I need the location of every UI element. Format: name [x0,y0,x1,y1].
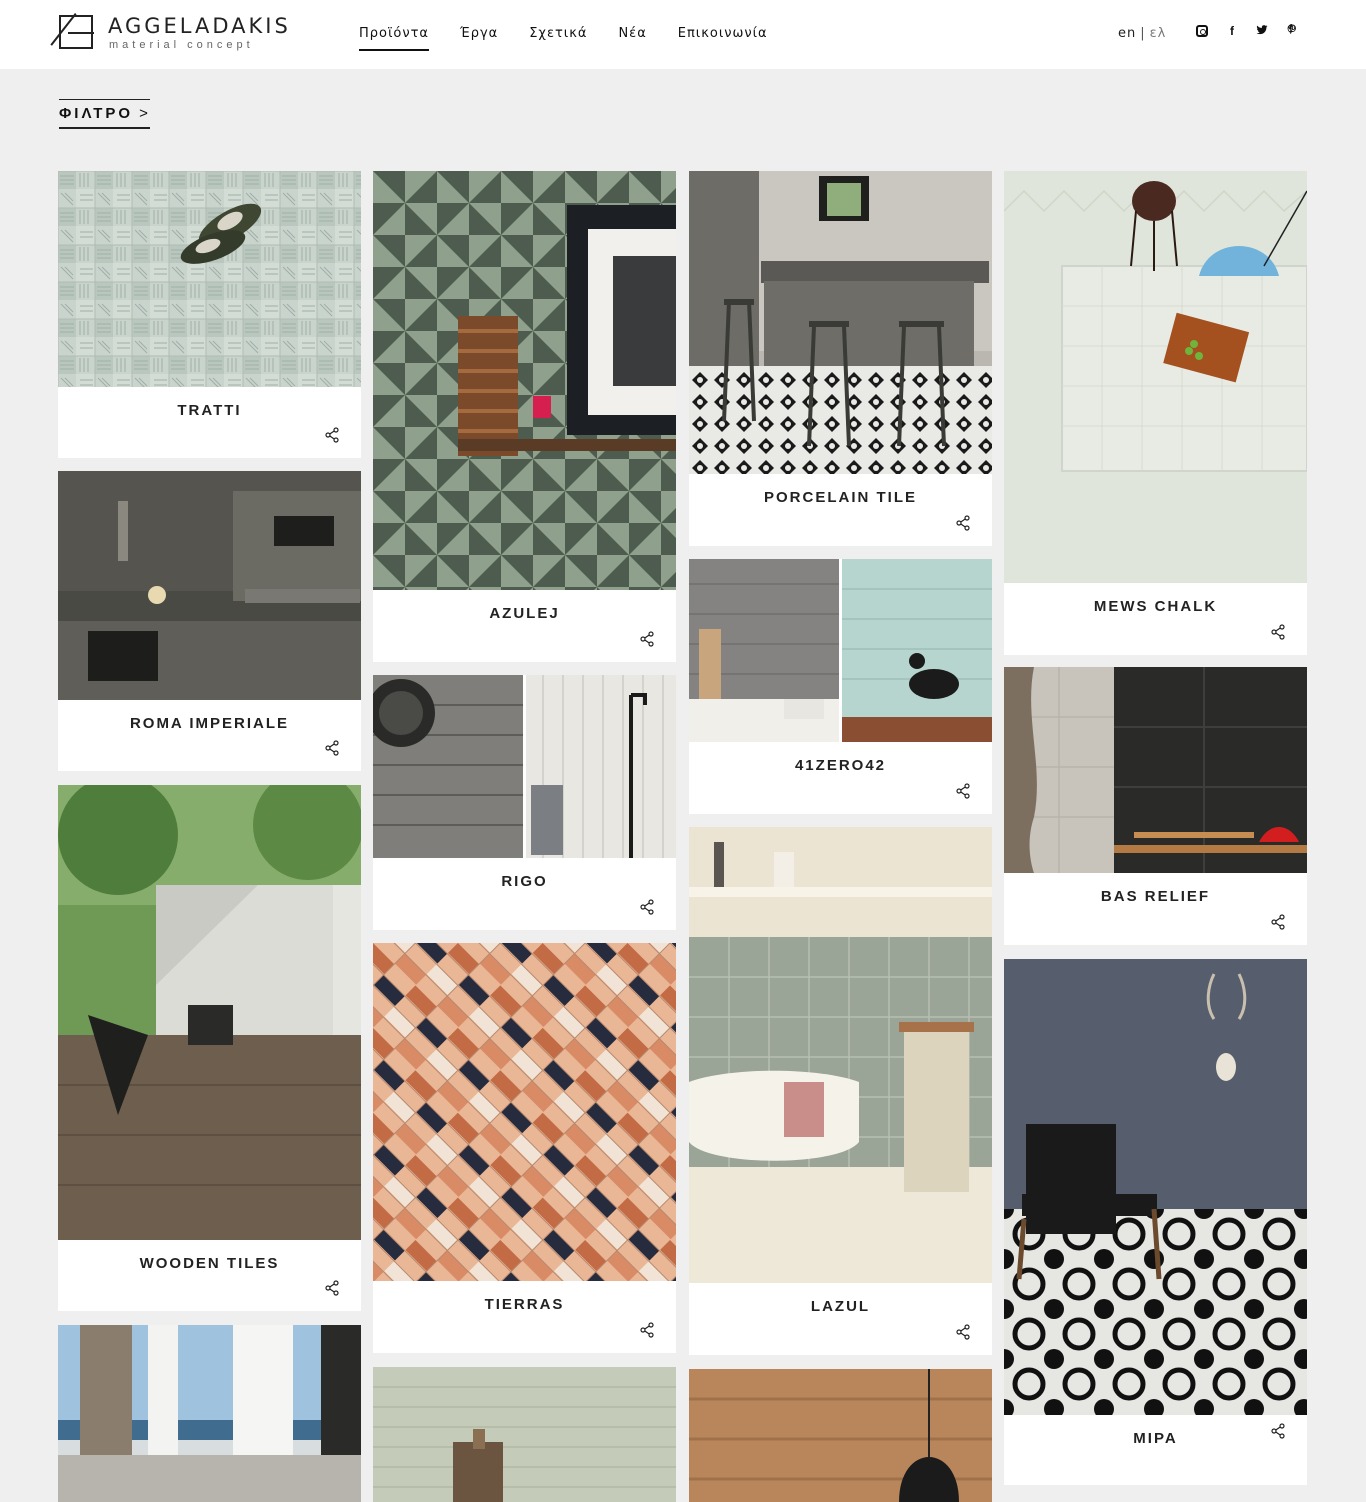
brand-logo[interactable]: AGGELADAKIS material concept [59,14,299,54]
product-image-green-wall[interactable] [373,1367,676,1502]
language-switcher: en | ελ [1118,26,1166,41]
product-image-terrace[interactable] [58,1325,361,1502]
filter-toggle[interactable]: ΦΙΛΤΡΟ > [59,99,150,129]
share-icon[interactable] [639,1322,655,1338]
product-image-lazul[interactable] [689,827,992,1283]
product-card-41zero42[interactable]: 41ZERO42 [689,559,992,814]
product-title[interactable]: TIERRAS [373,1296,676,1313]
social-links: f [1196,24,1298,38]
product-title[interactable]: MEWS CHALK [1004,598,1307,615]
product-card-partial[interactable] [58,1325,361,1502]
nav-item-news[interactable]: Νέα [618,26,646,51]
product-card-mipa[interactable]: MIPA [1004,959,1307,1485]
product-card-partial[interactable] [689,1369,992,1502]
product-title[interactable]: TRATTI [58,402,361,419]
facebook-icon[interactable]: f [1226,24,1238,38]
product-image-mews-chalk[interactable] [1004,171,1307,583]
product-image-41zero42[interactable] [689,559,992,742]
product-card-mews-chalk[interactable]: MEWS CHALK [1004,171,1307,655]
product-title[interactable]: AZULEJ [373,605,676,622]
share-icon[interactable] [955,783,971,799]
instagram-icon[interactable] [1196,25,1208,37]
share-icon[interactable] [639,899,655,915]
share-icon[interactable] [639,631,655,647]
product-title[interactable]: BAS RELIEF [1004,888,1307,905]
lang-separator: | [1140,26,1146,41]
product-title[interactable]: LAZUL [689,1298,992,1315]
share-icon[interactable] [324,1280,340,1296]
share-icon[interactable] [955,515,971,531]
product-image-tierras[interactable] [373,943,676,1281]
lang-el[interactable]: ελ [1150,26,1167,41]
logo-mark-icon [59,15,94,49]
lang-en[interactable]: en [1118,26,1136,41]
product-card-bas-relief[interactable]: BAS RELIEF [1004,667,1307,945]
product-card-lazul[interactable]: LAZUL [689,827,992,1355]
nav-item-products[interactable]: Προϊόντα [359,26,429,51]
product-image-mipa[interactable] [1004,959,1307,1415]
main-nav: Προϊόντα Έργα Σχετικά Νέα Επικοινωνία [359,26,768,51]
product-title[interactable]: 41ZERO42 [689,757,992,774]
nav-item-contact[interactable]: Επικοινωνία [678,26,768,51]
product-title[interactable]: ROMA IMPERIALE [58,715,361,732]
product-card-rigo[interactable]: RIGO [373,675,676,930]
product-card-tierras[interactable]: TIERRAS [373,943,676,1353]
pinterest-icon[interactable] [1286,24,1298,38]
product-title[interactable]: PORCELAIN TILE [689,489,992,506]
product-card-roma-imperiale[interactable]: ROMA IMPERIALE [58,471,361,771]
site-header: AGGELADAKIS material concept Προϊόντα Έρ… [0,0,1366,69]
share-icon[interactable] [1270,624,1286,640]
product-image-azulej[interactable] [373,171,676,590]
product-title[interactable]: MIPA [1004,1430,1307,1447]
nav-item-projects[interactable]: Έργα [460,26,498,51]
twitter-icon[interactable] [1256,24,1268,38]
product-title[interactable]: RIGO [373,873,676,890]
product-image-wood-wall[interactable] [689,1369,992,1502]
share-icon[interactable] [1270,914,1286,930]
product-card-partial[interactable] [373,1367,676,1502]
share-icon[interactable] [1270,1423,1286,1439]
product-image-rigo[interactable] [373,675,676,858]
product-image-bas-relief[interactable] [1004,667,1307,873]
share-icon[interactable] [324,427,340,443]
filter-label: ΦΙΛΤΡΟ [59,105,134,122]
brand-name: AGGELADAKIS [108,14,291,38]
product-card-azulej[interactable]: AZULEJ [373,171,676,662]
product-image-porcelain-tile[interactable] [689,171,992,474]
share-icon[interactable] [955,1324,971,1340]
nav-item-about[interactable]: Σχετικά [529,26,587,51]
product-image-wooden-tiles[interactable] [58,785,361,1240]
product-image-roma-imperiale[interactable] [58,471,361,700]
product-card-tratti[interactable]: TRATTI [58,171,361,458]
product-card-porcelain-tile[interactable]: PORCELAIN TILE [689,171,992,546]
product-title[interactable]: WOODEN TILES [58,1255,361,1272]
product-image-tratti[interactable] [58,171,361,387]
chevron-right-icon: > [139,105,151,122]
product-card-wooden-tiles[interactable]: WOODEN TILES [58,785,361,1311]
share-icon[interactable] [324,740,340,756]
brand-tagline: material concept [109,39,254,51]
